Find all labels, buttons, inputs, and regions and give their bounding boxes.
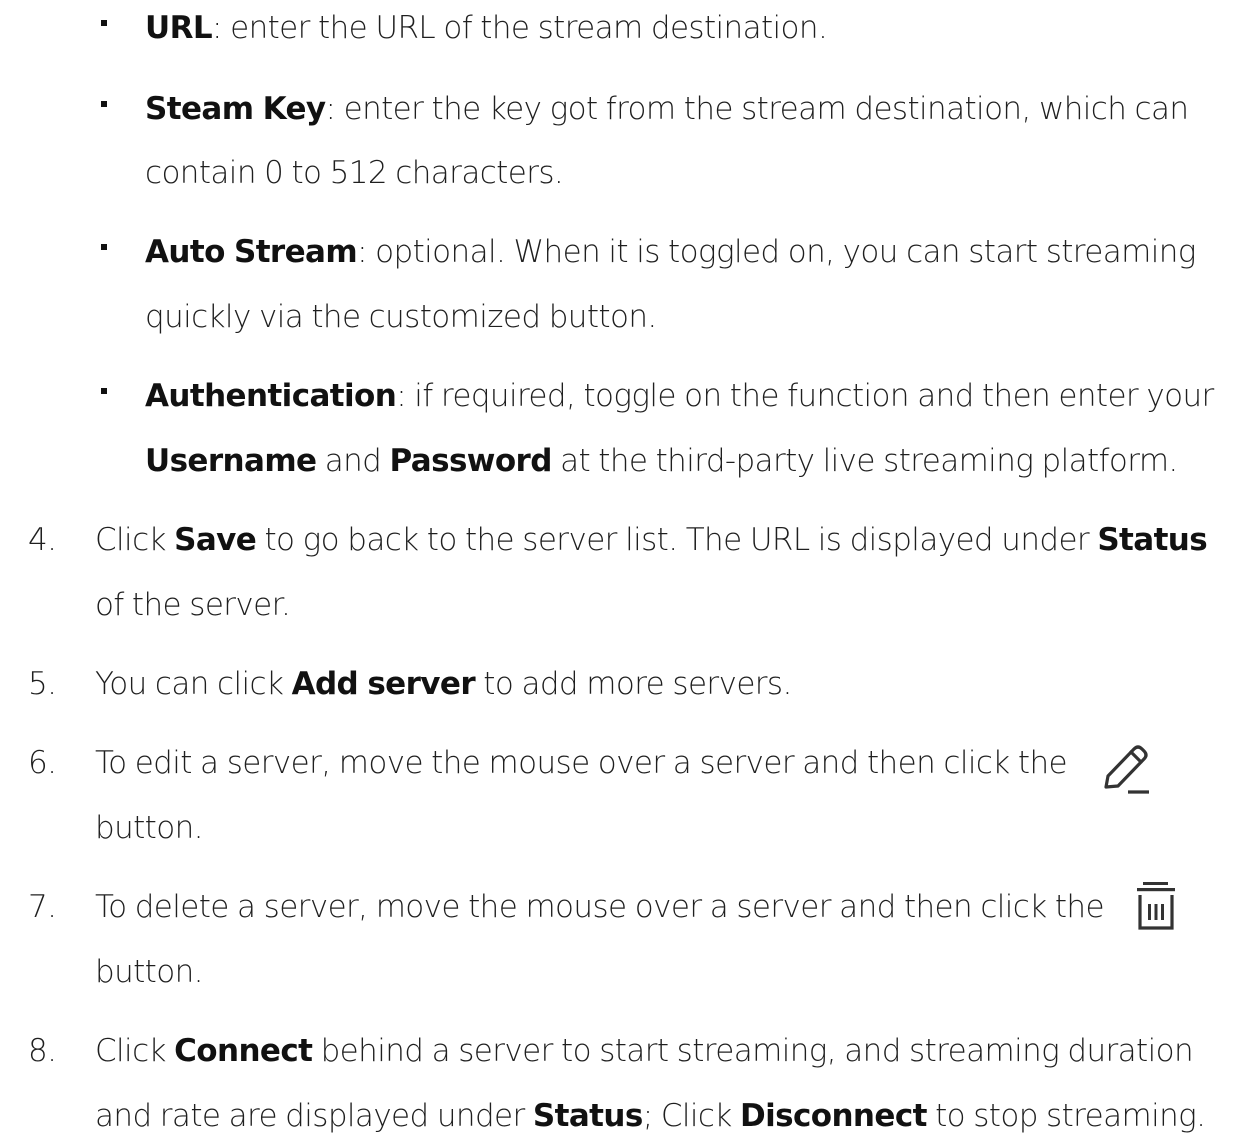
step-8-desc: behind a server to start streaming, and … [312, 1033, 1194, 1069]
term-auto-stream: Auto Stream [145, 234, 358, 270]
step-4-desc: to go back to the server list. The URL i… [256, 522, 1098, 558]
bullet-steam-key-desc: : enter the key got from the stream dest… [325, 91, 1190, 127]
term-status: Status [1097, 522, 1208, 558]
term-url: URL [145, 10, 213, 46]
bullet-marker [101, 244, 107, 250]
bullet-steam-key-line-2: contain 0 to 512 characters. [145, 155, 564, 191]
pencil-icon [1104, 745, 1149, 794]
bullet-authentication-desc: : if required, toggle on the function an… [396, 378, 1214, 414]
bullet-steam-key-line-1: Steam Key: enter the key got from the st… [145, 89, 1190, 129]
step-7-line-1: To delete a server, move the mouse over … [95, 889, 1105, 925]
step-4-line-2: of the server. [95, 587, 291, 623]
text-platform: at the third-party live streaming platfo… [551, 443, 1178, 479]
text-click: Click [95, 1033, 175, 1069]
bullet-auto-stream-line-1: Auto Stream: optional. When it is toggle… [145, 232, 1196, 272]
term-username: Username [145, 443, 317, 479]
trash-icon [1137, 882, 1175, 930]
bullet-marker [101, 101, 107, 107]
term-steam-key: Steam Key [145, 91, 326, 127]
document-page: URL: enter the URL of the stream destina… [0, 0, 1243, 1134]
bullet-authentication-line-2: Username and Password at the third-party… [145, 441, 1178, 481]
bullet-authentication-line-1: Authentication: if required, toggle on t… [145, 376, 1214, 416]
term-status: Status [532, 1098, 643, 1134]
step-4-line-1: Click Save to go back to the server list… [95, 520, 1208, 560]
step-8-line-1: Click Connect behind a server to start s… [95, 1031, 1194, 1071]
text-you-can-click: You can click [95, 666, 292, 702]
term-save: Save [174, 522, 257, 558]
text-rate-displayed: and rate are displayed under [95, 1098, 533, 1134]
term-add-server: Add server [291, 666, 476, 702]
term-password: Password [389, 443, 552, 479]
text-click-2: ; Click [642, 1098, 740, 1134]
step-6-line-2: button. [95, 810, 204, 846]
text-click: Click [95, 522, 175, 558]
step-8-line-2: and rate are displayed under Status; Cli… [95, 1096, 1206, 1136]
step-number: 5. [28, 666, 57, 702]
bullet-auto-stream-desc: : optional. When it is toggled on, you c… [357, 234, 1196, 270]
text-stop: to stop streaming. [926, 1098, 1206, 1134]
step-5-line: You can click Add server to add more ser… [95, 664, 792, 704]
step-number: 8. [28, 1033, 57, 1069]
bullet-url-line: URL: enter the URL of the stream destina… [145, 8, 828, 48]
bullet-marker [101, 20, 107, 26]
step-5-desc: to add more servers. [475, 666, 792, 702]
term-connect: Connect [174, 1033, 313, 1069]
step-number: 4. [28, 522, 57, 558]
bullet-marker [101, 388, 107, 394]
step-number: 7. [28, 889, 57, 925]
step-number: 6. [28, 745, 57, 781]
bullet-auto-stream-line-2: quickly via the customized button. [145, 299, 657, 335]
text-and: and [316, 443, 390, 479]
term-authentication: Authentication [145, 378, 397, 414]
bullet-url-desc: : enter the URL of the stream destinatio… [212, 10, 828, 46]
term-disconnect: Disconnect [739, 1098, 927, 1134]
step-7-line-2: button. [95, 954, 204, 990]
step-6-line-1: To edit a server, move the mouse over a … [95, 745, 1068, 781]
